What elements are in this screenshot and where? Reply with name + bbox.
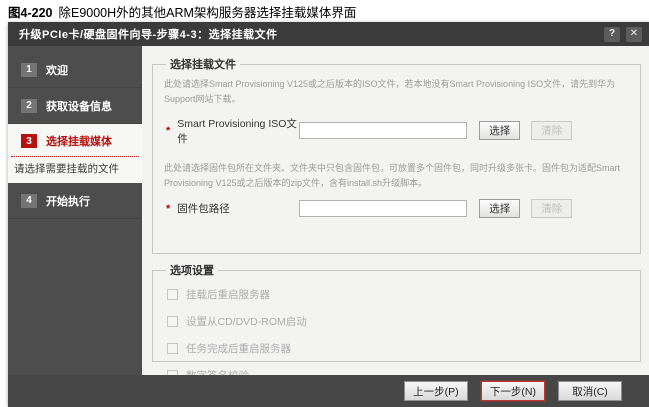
iso-select-button[interactable]: 选择 xyxy=(479,121,520,140)
wizard-step-execute: 4 开始执行 xyxy=(8,183,142,219)
close-icon[interactable]: ✕ xyxy=(626,27,642,42)
options-section-title: 选项设置 xyxy=(166,262,218,278)
wizard-step-select-media-active: 3 选择挂载媒体 请选择需要挂载的文件 xyxy=(8,124,142,183)
step-number-badge: 3 xyxy=(21,134,37,148)
step-number-badge: 2 xyxy=(21,99,37,113)
iso-clear-button: 清除 xyxy=(531,121,572,140)
checkbox-icon xyxy=(167,316,178,327)
dialog-title: 升级PCIe卡/硬盘固件向导-步骤4-3：选择挂载文件 xyxy=(19,26,598,42)
figure-number: 图4-220 xyxy=(8,6,52,20)
page: 图4-220 除E9000H外的其他ARM架构服务器选择挂载媒体界面 升级PCIe… xyxy=(0,0,649,407)
checkbox-label: 挂载后重启服务器 xyxy=(186,287,270,302)
required-asterisk: * xyxy=(166,203,170,215)
firmware-path-label: 固件包路径 xyxy=(177,201,299,216)
dialog-footer: 上一步(P) 下一步(N) 取消(C) xyxy=(8,375,649,407)
dialog-titlebar: 升级PCIe卡/硬盘固件向导-步骤4-3：选择挂载文件 ? ✕ xyxy=(8,22,649,46)
wizard-dialog: 升级PCIe卡/硬盘固件向导-步骤4-3：选择挂载文件 ? ✕ 1 欢迎 2 获… xyxy=(8,22,649,407)
step-number-badge: 1 xyxy=(21,63,37,77)
step-label: 欢迎 xyxy=(46,62,68,78)
help-icon[interactable]: ? xyxy=(604,27,620,42)
mount-file-section-title: 选择挂载文件 xyxy=(166,56,240,72)
wizard-step-select-media: 3 选择挂载媒体 xyxy=(8,124,142,154)
firmware-clear-button: 清除 xyxy=(531,199,572,218)
checkbox-label: 设置从CD/DVD-ROM启动 xyxy=(186,314,307,329)
prev-button[interactable]: 上一步(P) xyxy=(404,381,468,401)
wizard-step-device-info: 2 获取设备信息 xyxy=(8,88,142,124)
firmware-description: 此处请选择固件包所在文件夹。文件夹中只包含固件包，可放置多个固件包，同时升级多张… xyxy=(164,161,629,192)
firmware-path-field-row: * 固件包路径 选择 清除 xyxy=(164,199,629,218)
step-number-badge: 4 xyxy=(21,194,37,208)
checkbox-reboot-after-task: 任务完成后重启服务器 xyxy=(167,341,629,356)
cancel-button[interactable]: 取消(C) xyxy=(558,381,622,401)
required-asterisk: * xyxy=(166,125,170,137)
dialog-body: 1 欢迎 2 获取设备信息 3 选择挂载媒体 请选择需要挂载的文件 4 xyxy=(8,46,649,375)
step-label: 开始执行 xyxy=(46,193,90,209)
firmware-select-button[interactable]: 选择 xyxy=(479,199,520,218)
checkbox-icon xyxy=(167,289,178,300)
figure-caption-text: 除E9000H外的其他ARM架构服务器选择挂载媒体界面 xyxy=(58,6,356,20)
wizard-step-welcome: 1 欢迎 xyxy=(8,52,142,88)
checkbox-icon xyxy=(167,343,178,354)
main-content: 选择挂载文件 此处请选择Smart Provisioning V125或之后版本… xyxy=(142,46,649,375)
step-label: 选择挂载媒体 xyxy=(46,133,112,149)
iso-file-input[interactable] xyxy=(299,122,467,139)
iso-description: 此处请选择Smart Provisioning V125或之后版本的ISO文件，… xyxy=(164,77,629,108)
mount-file-section: 选择挂载文件 此处请选择Smart Provisioning V125或之后版本… xyxy=(152,56,641,254)
next-button[interactable]: 下一步(N) xyxy=(481,381,545,401)
figure-caption: 图4-220 除E9000H外的其他ARM架构服务器选择挂载媒体界面 xyxy=(8,2,356,21)
step-sublabel: 请选择需要挂载的文件 xyxy=(8,157,142,183)
iso-file-label: Smart Provisioning ISO文件 xyxy=(177,116,299,146)
checkbox-reboot-after-mount: 挂载后重启服务器 xyxy=(167,287,629,302)
step-label: 获取设备信息 xyxy=(46,98,112,114)
firmware-path-input[interactable] xyxy=(299,200,467,217)
checkbox-label: 任务完成后重启服务器 xyxy=(186,341,291,356)
wizard-steps-sidebar: 1 欢迎 2 获取设备信息 3 选择挂载媒体 请选择需要挂载的文件 4 xyxy=(8,46,142,375)
checkbox-boot-from-cdrom: 设置从CD/DVD-ROM启动 xyxy=(167,314,629,329)
options-section: 选项设置 挂载后重启服务器 设置从CD/DVD-ROM启动 任务完成后重启服务器 xyxy=(152,262,641,362)
iso-file-field-row: * Smart Provisioning ISO文件 选择 清除 xyxy=(164,116,629,146)
